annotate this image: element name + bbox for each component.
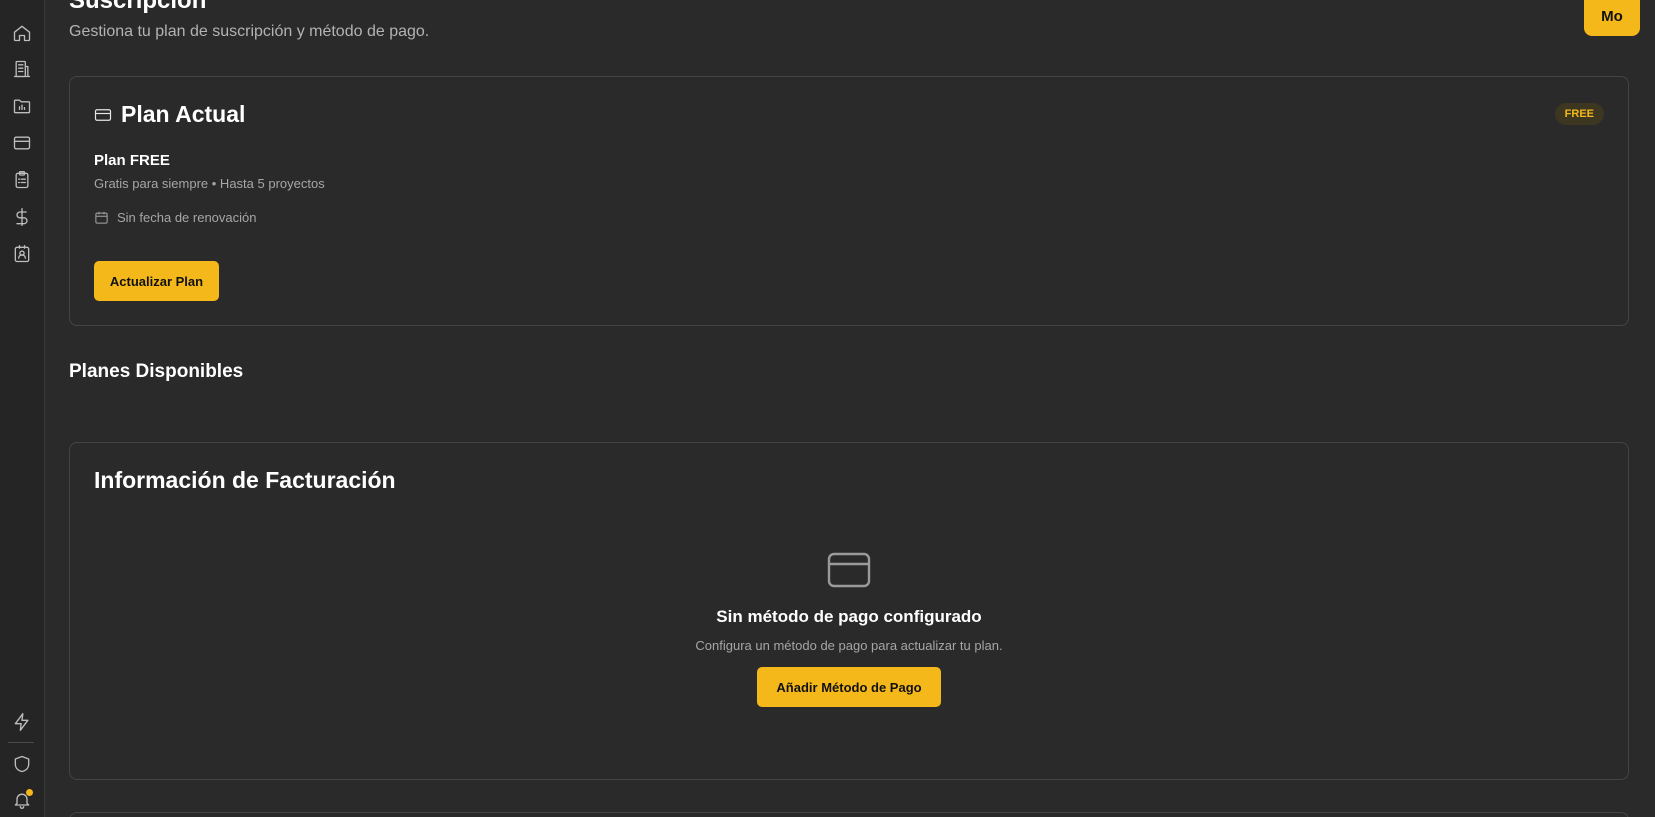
sidebar-item-billing[interactable] [10,131,34,155]
available-plans-title: Planes Disponibles [69,361,244,382]
plan-status-badge: FREE [1554,103,1604,125]
sidebar-item-companies[interactable] [10,57,34,81]
credit-card-icon [94,108,112,121]
empty-payment-title: Sin método de pago configurado [716,607,982,626]
calendar-icon [95,211,108,224]
renewal-info: Sin fecha de renovación [94,210,256,225]
folder-chart-icon [13,99,31,114]
next-card [69,812,1629,817]
sidebar-item-finance[interactable] [10,205,34,229]
sidebar-item-automations[interactable] [10,710,34,734]
sidebar-divider [8,742,34,743]
contact-badge-icon [14,245,30,263]
sidebar-item-projects[interactable] [10,94,34,118]
building-icon [13,60,31,78]
empty-payment-description: Configura un método de pago para actuali… [695,638,1003,653]
sidebar-item-home[interactable] [10,21,34,45]
empty-payment-state: Sin método de pago configurado Configura… [70,551,1628,707]
current-plan-card: Plan Actual FREE Plan FREE Gratis para s… [69,76,1629,326]
page-title: Suscripción [69,0,207,14]
home-icon [13,25,31,42]
shield-icon [14,755,30,773]
lightning-icon [14,713,29,731]
current-plan-title: Plan Actual [121,101,246,127]
sidebar-item-notifications[interactable] [10,788,34,812]
dollar-icon [16,208,28,226]
credit-card-icon [13,136,31,150]
page-subtitle: Gestiona tu plan de suscripción y método… [69,23,430,40]
add-payment-method-button[interactable]: Añadir Método de Pago [757,667,941,707]
sidebar-item-tasks[interactable] [10,168,34,192]
app: Suscripción Gestiona tu plan de suscripc… [0,0,1655,817]
plan-description: Gratis para siempre • Hasta 5 proyectos [94,176,325,191]
credit-card-icon [827,552,871,588]
notification-dot [26,789,33,796]
avatar-button[interactable]: Mo [1584,0,1640,36]
sidebar-item-contacts[interactable] [10,242,34,266]
plan-name: Plan FREE [94,152,170,169]
upgrade-plan-button[interactable]: Actualizar Plan [94,261,219,301]
sidebar-item-security[interactable] [10,752,34,776]
clipboard-list-icon [15,171,29,189]
current-plan-heading: Plan Actual [94,101,245,128]
billing-title: Información de Facturación [94,467,396,493]
renewal-text: Sin fecha de renovación [117,210,257,225]
billing-info-card: Información de Facturación Sin método de… [69,442,1629,780]
sidebar [0,0,45,817]
